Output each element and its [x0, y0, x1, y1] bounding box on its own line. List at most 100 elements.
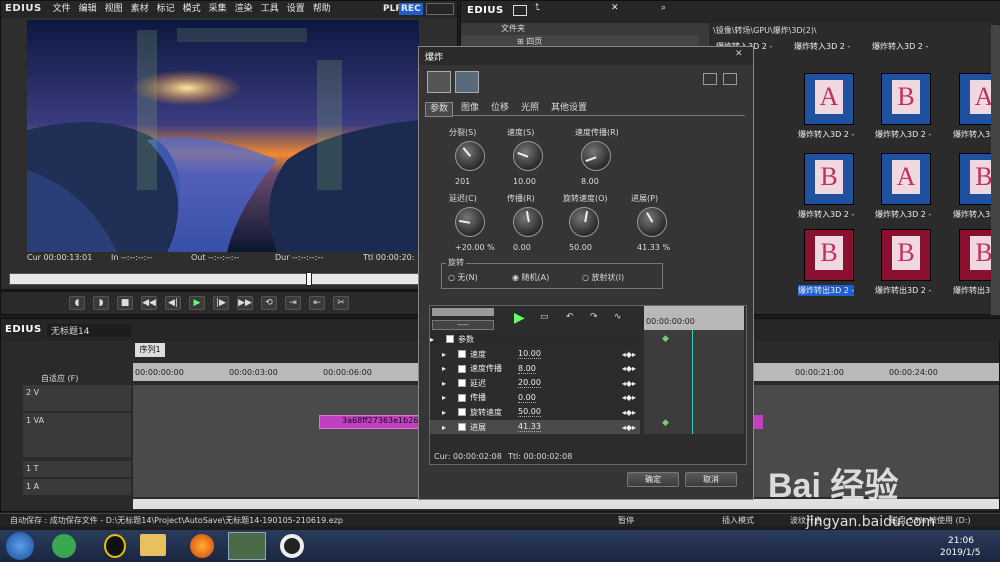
- kf-nav-icon[interactable]: ◂◆▸: [622, 423, 636, 432]
- kf-row[interactable]: ▸ 传播 0.00 ◂◆▸: [430, 391, 640, 405]
- step-forward-button[interactable]: |▶: [213, 296, 229, 310]
- tab-params[interactable]: 参数: [425, 102, 454, 117]
- kf-row[interactable]: ▸ 速度 10.00 ◂◆▸: [430, 347, 640, 361]
- menu-mode[interactable]: 模式: [179, 1, 205, 17]
- bin-thumbnail[interactable]: B: [804, 229, 854, 281]
- fit-dropdown[interactable]: 自适应 (F): [41, 373, 78, 384]
- qq-icon[interactable]: [104, 534, 126, 558]
- bin-thumbnail[interactable]: A: [804, 73, 854, 125]
- kf-param-value[interactable]: 10.00: [518, 349, 541, 359]
- tab-lighting[interactable]: 光照: [517, 102, 543, 115]
- start-button[interactable]: [6, 532, 34, 560]
- kf-comment-icon[interactable]: ▭: [540, 312, 549, 322]
- folder-taskbar-icon[interactable]: [140, 534, 166, 556]
- edius-taskbar-icon[interactable]: [228, 532, 266, 560]
- loop-button[interactable]: ⟲: [261, 296, 277, 310]
- kf-param-value[interactable]: 0.00: [518, 393, 536, 403]
- parameter-knob[interactable]: [637, 207, 667, 237]
- bin-thumbnail[interactable]: A: [881, 153, 931, 205]
- track-1t[interactable]: 1 T: [23, 461, 131, 477]
- kf-checkbox[interactable]: [458, 350, 467, 358]
- kf-zoom-slider[interactable]: [432, 308, 494, 316]
- record-icon[interactable]: [280, 534, 304, 558]
- kf-undo-icon[interactable]: ↶: [566, 312, 574, 322]
- mark-in-button[interactable]: ◖: [69, 296, 85, 310]
- kf-row[interactable]: ▸ 延迟 20.00 ◂◆▸: [430, 376, 640, 390]
- clock-time[interactable]: 21:06: [948, 536, 974, 546]
- step-back-button[interactable]: ◀|: [165, 296, 181, 310]
- kf-nav-icon[interactable]: ◂◆▸: [622, 393, 636, 402]
- insert-button[interactable]: ⇥: [285, 296, 301, 310]
- kf-diamond[interactable]: ◆: [662, 418, 669, 428]
- kf-param-value[interactable]: 41.33: [518, 422, 541, 432]
- bin-scrollbar[interactable]: [991, 25, 1000, 315]
- delete-icon[interactable]: ✕: [611, 3, 619, 13]
- kf-row[interactable]: ▸ 进展 41.33 ◂◆▸: [430, 420, 640, 434]
- kf-play-icon[interactable]: ▶: [514, 310, 525, 326]
- mark-out-button[interactable]: ◗: [93, 296, 109, 310]
- firefox-icon[interactable]: [190, 534, 214, 558]
- search-icon[interactable]: ⌕: [661, 3, 666, 13]
- kf-row[interactable]: ▸ 旋转速度 50.00 ◂◆▸: [430, 405, 640, 419]
- folder-icon[interactable]: [513, 5, 527, 16]
- kf-nav-icon[interactable]: ◂◆▸: [622, 364, 636, 373]
- kf-nav-icon[interactable]: ◂◆▸: [622, 379, 636, 388]
- bin-thumbnail[interactable]: B: [881, 229, 931, 281]
- rec-label[interactable]: REC: [399, 3, 423, 15]
- menu-capture[interactable]: 采集: [205, 1, 231, 17]
- kf-dropdown[interactable]: ----: [432, 320, 494, 330]
- kf-graph[interactable]: ◆ ◆: [644, 330, 744, 434]
- rewind-button[interactable]: ◀◀: [141, 296, 157, 310]
- scrubber-handle[interactable]: [306, 272, 312, 286]
- bin-thumbnail[interactable]: B: [881, 73, 931, 125]
- kf-checkbox[interactable]: [458, 393, 467, 402]
- kf-param-value[interactable]: 8.00: [518, 364, 536, 374]
- menu-clip[interactable]: 素材: [127, 1, 153, 17]
- radio-radial[interactable]: ○ 放射状(I): [582, 272, 624, 283]
- track-1a[interactable]: 1 A: [23, 479, 131, 495]
- parameter-knob[interactable]: [581, 141, 611, 171]
- palette-icon[interactable]: [427, 71, 451, 93]
- preset-save-icon[interactable]: [723, 73, 737, 85]
- kf-redo-icon[interactable]: ↷: [590, 312, 598, 322]
- menu-file[interactable]: 文件: [49, 1, 75, 17]
- stop-button[interactable]: ■: [117, 296, 133, 310]
- kf-playhead[interactable]: [692, 330, 693, 434]
- tab-image[interactable]: 图像: [457, 102, 483, 115]
- kf-graph-icon[interactable]: ∿: [614, 312, 622, 322]
- menu-help[interactable]: 帮助: [309, 1, 335, 17]
- preset-icon[interactable]: [703, 73, 717, 85]
- parameter-knob[interactable]: [513, 141, 543, 171]
- track-2v[interactable]: 2 V: [23, 385, 131, 411]
- trim-button[interactable]: ✂: [333, 296, 349, 310]
- parameter-knob[interactable]: [513, 207, 543, 237]
- insert-mode-status[interactable]: 插入模式: [722, 514, 754, 527]
- menu-marker[interactable]: 标记: [153, 1, 179, 17]
- overwrite-button[interactable]: ⇤: [309, 296, 325, 310]
- kf-checkbox[interactable]: [458, 408, 467, 417]
- clock-date[interactable]: 2019/1/5: [940, 548, 980, 558]
- kf-nav-icon[interactable]: ◂◆▸: [622, 408, 636, 417]
- menu-tools[interactable]: 工具: [257, 1, 283, 17]
- parameter-knob[interactable]: [455, 141, 485, 171]
- parameter-knob[interactable]: [569, 207, 599, 237]
- player-scrubber[interactable]: [9, 272, 439, 286]
- video-clip[interactable]: 3a68ff27363e1b26: [319, 415, 419, 429]
- cancel-button[interactable]: 取消: [685, 472, 737, 487]
- fast-forward-button[interactable]: ▶▶: [237, 296, 253, 310]
- menu-render[interactable]: 渲染: [231, 1, 257, 17]
- sequence-tab[interactable]: 序列1: [135, 343, 165, 357]
- kf-checkbox[interactable]: [458, 364, 467, 373]
- kf-checkbox[interactable]: [458, 379, 467, 388]
- kf-root-row[interactable]: ▸ 参数: [430, 332, 640, 346]
- menu-edit[interactable]: 编辑: [75, 1, 101, 17]
- up-icon[interactable]: ⮤: [535, 3, 540, 13]
- kf-param-value[interactable]: 20.00: [518, 378, 541, 389]
- track-1va[interactable]: 1 VA: [23, 413, 131, 457]
- radio-none[interactable]: ○ 无(N): [448, 272, 478, 283]
- stopwatch-icon[interactable]: [455, 71, 479, 93]
- parameter-knob[interactable]: [455, 207, 485, 237]
- play-button[interactable]: ▶: [189, 296, 205, 310]
- menu-view[interactable]: 视图: [101, 1, 127, 17]
- kf-diamond[interactable]: ◆: [662, 334, 669, 344]
